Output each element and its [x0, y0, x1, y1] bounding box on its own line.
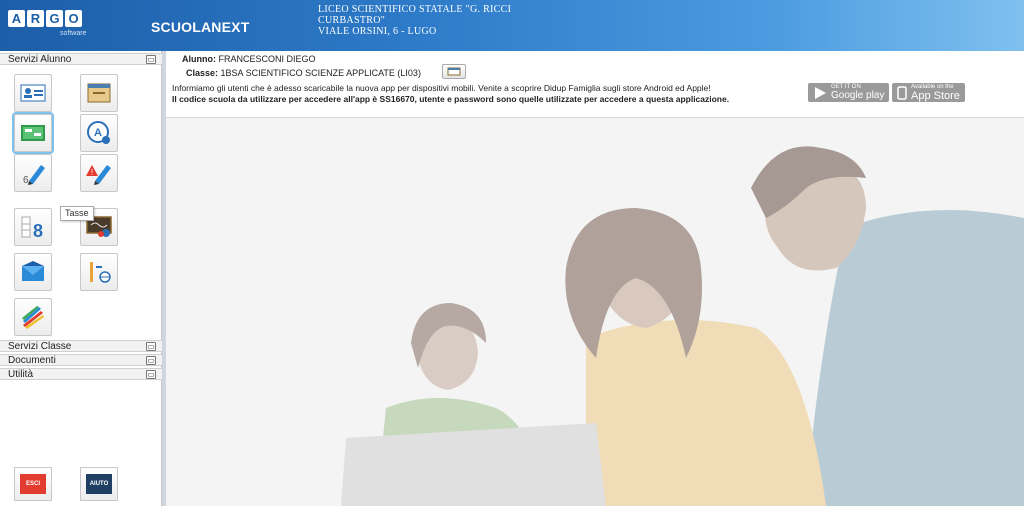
- class-label: Classe:: [186, 68, 219, 78]
- tile-notes[interactable]: !: [80, 154, 118, 192]
- pencil-grade-icon: 6: [23, 165, 45, 186]
- collapse-icon[interactable]: ▭: [146, 342, 156, 351]
- mail-icon: [22, 261, 44, 281]
- class-details-button[interactable]: [442, 64, 466, 79]
- logo-letter: O: [65, 10, 82, 27]
- phone-icon: [897, 85, 907, 100]
- argo-logo: A R G O: [8, 10, 82, 27]
- student-name: FRANCESCONI DIEGO: [218, 54, 316, 64]
- student-label: Alunno:: [182, 54, 216, 64]
- section-label: Utilità: [8, 369, 34, 380]
- school-line-2: CURBASTRO": [318, 15, 386, 26]
- collapse-icon[interactable]: ▭: [146, 356, 156, 365]
- school-name: LICEO SCIENTIFICO STATALE "G. RICCI CURB…: [318, 4, 511, 37]
- window-icon: [447, 67, 461, 76]
- help-button[interactable]: AIUTO: [80, 467, 118, 501]
- help-label: AIUTO: [86, 474, 112, 494]
- tax-icon: [21, 125, 45, 141]
- svg-text:A: A: [94, 127, 102, 139]
- google-play-label: Google play: [831, 90, 885, 101]
- tile-tasse[interactable]: [12, 112, 54, 154]
- app-store-label: App Store: [911, 89, 960, 102]
- tile-grades[interactable]: 6: [14, 154, 52, 192]
- svg-text:8: 8: [33, 221, 43, 241]
- section-utilita[interactable]: Utilità ▭: [0, 368, 162, 380]
- logo-letter: R: [27, 10, 44, 27]
- brand-title: SCUOLANEXT: [151, 19, 250, 35]
- tile-pencils[interactable]: [14, 298, 52, 336]
- student-card-icon: [20, 84, 46, 102]
- pencils-icon: [22, 306, 44, 329]
- warning-pencil-icon: !: [86, 165, 111, 185]
- school-code-notice: Il codice scuola da utilizzare per acced…: [172, 94, 730, 104]
- tile-globe[interactable]: [80, 253, 118, 291]
- number-8-schedule-icon: 8: [21, 216, 43, 241]
- app-announcement: Informiamo gli utenti che è adesso scari…: [172, 83, 711, 93]
- logo-subtitle: software: [60, 30, 87, 37]
- tile-circle-a[interactable]: A: [80, 114, 118, 152]
- collapse-icon[interactable]: ▭: [146, 55, 156, 64]
- section-documenti[interactable]: Documenti ▭: [0, 354, 162, 366]
- tile-schedule[interactable]: 8: [14, 208, 52, 246]
- folder-icon: [87, 83, 111, 103]
- tooltip: Tasse: [60, 206, 94, 221]
- info-panel: Alunno: FRANCESCONI DIEGO Classe: 1BSA S…: [166, 51, 1024, 118]
- section-servizi-classe[interactable]: Servizi Classe ▭: [0, 340, 162, 352]
- globe-note-icon: [90, 262, 111, 283]
- logo-letter: A: [8, 10, 25, 27]
- sidebar: Servizi Alunno ▭ A 6 ! 8 Tasse Servizi C…: [0, 51, 162, 506]
- student-info: Alunno: FRANCESCONI DIEGO: [182, 54, 316, 64]
- app-header: A R G O software SCUOLANEXT LICEO SCIENT…: [0, 0, 1024, 51]
- class-info: Classe: 1BSA SCIENTIFICO SCIENZE APPLICA…: [186, 68, 421, 78]
- circle-a-user-icon: A: [87, 121, 110, 144]
- svg-text:!: !: [91, 168, 93, 177]
- tile-folder[interactable]: [80, 74, 118, 112]
- section-label: Servizi Classe: [8, 341, 72, 352]
- exit-button[interactable]: ESCI: [14, 467, 52, 501]
- collapse-icon[interactable]: ▭: [146, 370, 156, 379]
- main-content: Alunno: FRANCESCONI DIEGO Classe: 1BSA S…: [166, 51, 1024, 506]
- section-label: Servizi Alunno: [8, 54, 72, 65]
- app-store-badge[interactable]: Available on the App Store: [892, 83, 965, 102]
- section-label: Documenti: [8, 355, 56, 366]
- logo-letter: G: [46, 10, 63, 27]
- family-illustration: [166, 118, 1024, 506]
- class-value: 1BSA SCIENTIFICO SCIENZE APPLICATE (LI03…: [220, 68, 421, 78]
- school-line-1: LICEO SCIENTIFICO STATALE "G. RICCI: [318, 4, 512, 15]
- google-play-badge[interactable]: GET IT ON Google play: [808, 83, 890, 102]
- tile-student-card[interactable]: [14, 74, 52, 112]
- section-servizi-alunno[interactable]: Servizi Alunno ▭: [0, 53, 162, 65]
- play-icon: [815, 86, 826, 99]
- svg-text:6: 6: [23, 175, 29, 186]
- exit-label: ESCI: [20, 474, 46, 494]
- tile-mail[interactable]: [14, 253, 52, 291]
- school-address: VIALE ORSINI, 6 - LUGO: [318, 26, 437, 37]
